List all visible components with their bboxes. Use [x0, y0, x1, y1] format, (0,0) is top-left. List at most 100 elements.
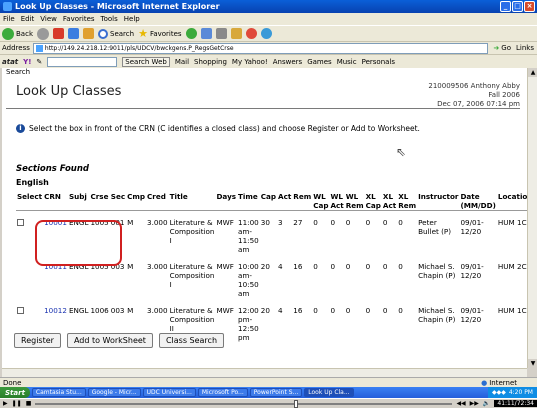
cell-title: Literature & Composition I [169, 217, 215, 245]
crn-link[interactable]: 10012 [44, 306, 67, 315]
link-music[interactable]: Music [337, 58, 357, 66]
scroll-up-icon[interactable]: ▲ [528, 68, 537, 77]
page-top-fragment: Search [6, 68, 31, 76]
minimize-button[interactable]: _ [500, 1, 511, 12]
research-icon[interactable] [260, 28, 272, 39]
maximize-button[interactable]: □ [512, 1, 523, 12]
print-icon[interactable] [215, 28, 227, 39]
refresh-icon[interactable] [68, 28, 79, 39]
yahoo-toolbar: atat Y! ✎ Search Web Mail Shopping My Ya… [0, 54, 537, 68]
cell-time: 12:00 pm-12:50 pm [238, 305, 259, 342]
window-title: Look Up Classes - Microsoft Internet Exp… [15, 2, 220, 11]
stop-icon[interactable] [53, 28, 64, 39]
col-act: Act [277, 192, 293, 211]
link-personals[interactable]: Personals [362, 58, 395, 66]
links-label[interactable]: Links [516, 44, 537, 52]
back-button[interactable]: Back [2, 27, 33, 40]
close-button[interactable]: × [524, 1, 535, 12]
forward-icon[interactable] [37, 27, 49, 40]
go-button[interactable]: ➜ Go [491, 44, 513, 52]
brand-logo[interactable]: atat [2, 58, 18, 66]
task-udc[interactable]: UDC Universi... [142, 388, 196, 397]
cell-location: HUM 2C [497, 261, 527, 271]
link-mail[interactable]: Mail [175, 58, 189, 66]
link-answers[interactable]: Answers [273, 58, 302, 66]
menu-favorites[interactable]: Favorites [63, 15, 95, 23]
cell-date: 09/01-12/20 [460, 217, 484, 236]
start-button[interactable]: Start [0, 387, 30, 398]
stop-media-icon[interactable]: ■ [26, 400, 32, 407]
vertical-scrollbar[interactable]: ▲ ▼ [527, 68, 537, 368]
page-viewport[interactable]: Search Look Up Classes 210009506 Anthony… [2, 68, 527, 368]
col-wlact: WL Act [329, 192, 345, 211]
status-text: Done [3, 378, 22, 387]
pencil-icon[interactable]: ✎ [36, 58, 42, 66]
col-wlrem: WL Rem [344, 192, 365, 211]
sections-found-heading: Sections Found [16, 164, 89, 174]
cell-time: 10:00 am-10:50 am [238, 261, 259, 298]
cell-days: MWF [216, 261, 234, 271]
menu-file[interactable]: File [3, 15, 15, 23]
cell-date: 09/01-12/20 [460, 305, 484, 324]
link-myyahoo[interactable]: My Yahoo! [232, 58, 268, 66]
class-search-button[interactable]: Class Search [158, 333, 225, 348]
task-camtasia[interactable]: Camtasia Stu... [31, 388, 86, 397]
search-button[interactable]: Search [98, 28, 134, 39]
select-checkbox[interactable] [17, 306, 24, 314]
table-header-row: Select CRN Subj Crse Sec Cmp Cred Title … [16, 192, 527, 211]
register-button[interactable]: Register [14, 333, 61, 348]
toolbar-search-input[interactable] [47, 56, 118, 67]
history-icon[interactable] [185, 28, 197, 39]
cell-xlrem: 0 [398, 261, 403, 271]
cell-wlcap: 0 [313, 217, 318, 227]
menu-help[interactable]: Help [124, 15, 140, 23]
cell-xlcap: 0 [365, 261, 371, 271]
address-input[interactable]: http://149.24.218.12:9011/pls/UDCV/bwckg… [32, 42, 489, 54]
add-to-worksheet-button[interactable]: Add to WorkSheet [66, 333, 153, 348]
back-icon [2, 27, 14, 40]
cell-act: 3 [278, 217, 283, 227]
cell-instructor: Michael S. Chapin (P) [418, 305, 456, 324]
cell-date: 09/01-12/20 [460, 261, 484, 280]
cell-time: 11:00 am-11:50 am [238, 217, 259, 254]
link-games[interactable]: Games [307, 58, 332, 66]
col-cmp: Cmp [126, 192, 146, 211]
volume-icon[interactable]: 🔈 [483, 400, 490, 407]
seek-bar[interactable] [35, 399, 453, 408]
menu-edit[interactable]: Edit [21, 15, 35, 23]
cell-wlact: 0 [330, 305, 336, 315]
cell-wlcap: 0 [313, 305, 318, 315]
messenger-icon[interactable] [245, 28, 257, 39]
favorites-button[interactable]: ★ Favorites [138, 27, 182, 40]
link-shopping[interactable]: Shopping [194, 58, 227, 66]
search-web-button[interactable]: Search Web [122, 56, 170, 67]
rewind-icon[interactable]: ◀◀ [456, 400, 465, 407]
cell-xlrem: 0 [398, 305, 403, 315]
cell-rem: 27 [293, 217, 303, 227]
pause-icon[interactable]: ❚❚ [12, 400, 22, 407]
task-lookup-classes[interactable]: Look Up Cla... [304, 388, 354, 397]
yahoo-logo-icon[interactable]: Y! [23, 58, 31, 66]
address-url: http://149.24.218.12:9011/pls/UDCV/bwckg… [44, 44, 234, 52]
cell-xlcap: 0 [365, 217, 371, 227]
seek-handle[interactable] [293, 399, 298, 408]
ie-icon [3, 2, 12, 11]
edit-icon[interactable] [230, 28, 242, 39]
cell-title: Literature & Composition I [169, 261, 215, 289]
media-player-bar: ▶ ❚❚ ■ ◀◀ ▶▶ 🔈 41:11/72:34 [0, 398, 537, 408]
ffwd-icon[interactable]: ▶▶ [470, 400, 479, 407]
mail-icon[interactable] [200, 28, 212, 39]
col-xlcap: XL Cap [364, 192, 382, 211]
scroll-down-icon[interactable]: ▼ [528, 359, 537, 368]
user-id-name: 210009506 Anthony Abby [428, 82, 520, 90]
menu-view[interactable]: View [40, 15, 57, 23]
task-google[interactable]: Google - Micr... [87, 388, 141, 397]
title-bar: Look Up Classes - Microsoft Internet Exp… [0, 0, 537, 13]
menu-tools[interactable]: Tools [101, 15, 118, 23]
task-powerpoint[interactable]: PowerPoint S... [249, 388, 303, 397]
play-icon[interactable]: ▶ [3, 400, 8, 407]
select-checkbox[interactable] [17, 218, 24, 226]
home-icon[interactable] [83, 28, 94, 39]
horizontal-scrollbar[interactable] [2, 368, 527, 377]
task-microsoft-po[interactable]: Microsoft Po... [197, 388, 248, 397]
